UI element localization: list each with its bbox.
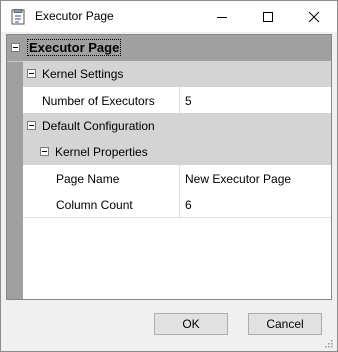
property-value[interactable]: 6 (185, 198, 192, 212)
dialog-window: Executor Page Executor Page Kernel Setti… (0, 0, 338, 352)
close-button[interactable] (291, 1, 337, 32)
collapse-icon[interactable] (27, 121, 36, 130)
collapse-icon[interactable] (27, 69, 36, 78)
category-label: Kernel Settings (42, 67, 124, 81)
property-name: Number of Executors (42, 94, 155, 108)
column-divider (179, 191, 180, 217)
property-name: Column Count (56, 198, 133, 212)
category-executor-page[interactable]: Executor Page (7, 35, 331, 62)
category-label: Default Configuration (42, 119, 155, 133)
close-icon (308, 11, 320, 23)
app-icon (11, 9, 25, 25)
maximize-icon (263, 12, 273, 22)
grid-gutter (7, 35, 23, 299)
property-row-column-count[interactable]: Column Count 6 (23, 191, 331, 218)
window-title: Executor Page (35, 9, 114, 23)
title-bar[interactable]: Executor Page (1, 1, 337, 32)
property-row-page-name[interactable]: Page Name New Executor Page (23, 165, 331, 192)
minimize-button[interactable] (199, 1, 245, 32)
ok-button[interactable]: OK (154, 313, 228, 335)
property-value[interactable]: 5 (185, 94, 192, 108)
minimize-icon (217, 17, 227, 18)
category-kernel-settings[interactable]: Kernel Settings (23, 61, 331, 88)
category-kernel-properties[interactable]: Kernel Properties (23, 139, 331, 166)
category-default-configuration[interactable]: Default Configuration (23, 113, 331, 140)
cancel-button[interactable]: Cancel (248, 313, 322, 335)
collapse-icon[interactable] (40, 147, 49, 156)
column-divider (179, 165, 180, 191)
root-category-label: Executor Page (26, 39, 122, 56)
property-value[interactable]: New Executor Page (185, 172, 291, 186)
property-grid[interactable]: Executor Page Kernel Settings Number of … (6, 34, 332, 300)
maximize-button[interactable] (245, 1, 291, 32)
collapse-icon[interactable] (11, 43, 20, 52)
property-row-number-of-executors[interactable]: Number of Executors 5 (23, 87, 331, 114)
property-name: Page Name (56, 172, 120, 186)
resize-grip-icon[interactable] (323, 337, 333, 348)
category-label: Kernel Properties (55, 145, 148, 159)
column-divider (179, 87, 180, 113)
